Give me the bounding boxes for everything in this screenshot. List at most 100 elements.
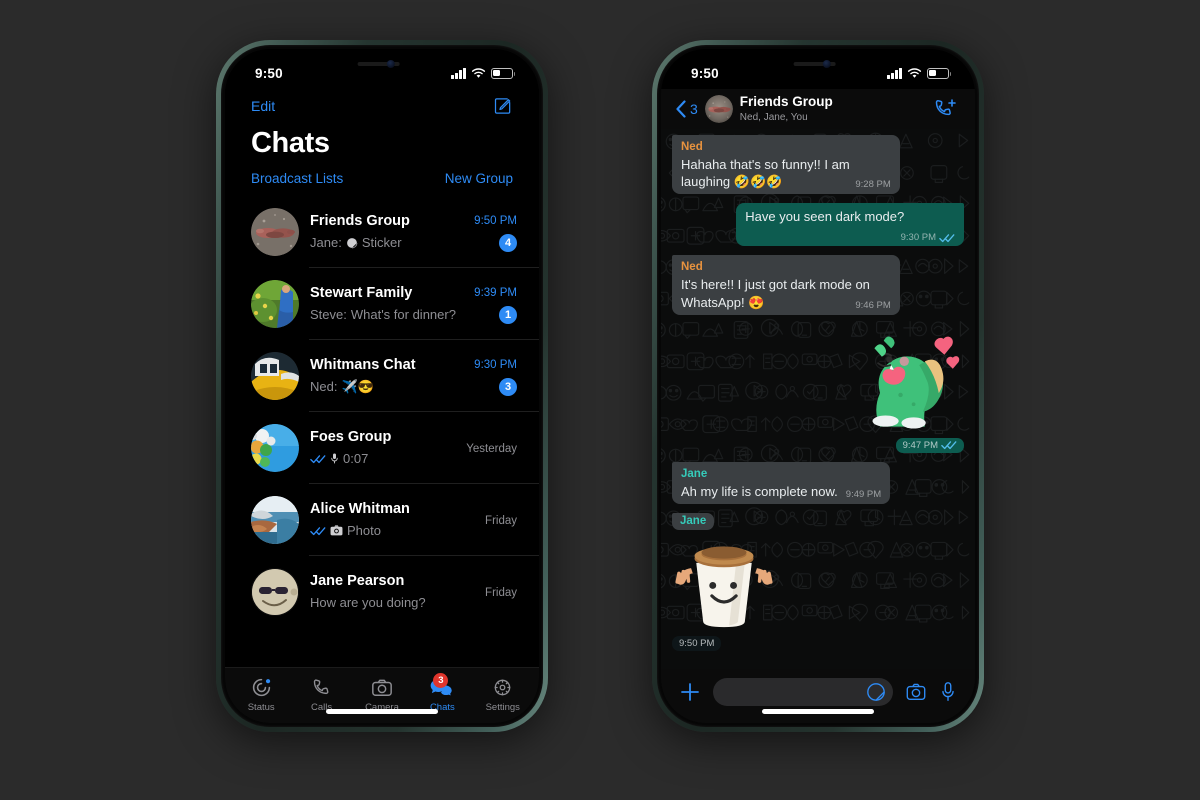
message-composer[interactable] (661, 669, 975, 723)
phone-icon[interactable] (311, 677, 332, 699)
chat-item-meta: Friday (485, 585, 517, 599)
unread-back-count[interactable]: 3 (690, 101, 698, 117)
message-sender: Ned (681, 141, 703, 153)
gear-icon[interactable] (492, 677, 513, 699)
message-meta: 9:30 PM (901, 232, 955, 245)
new-group-button[interactable]: New Group (445, 171, 513, 186)
chat-list-item[interactable]: Alice Whitman Photo Friday (225, 484, 539, 556)
chat-item-time: 9:39 PM (474, 286, 517, 299)
cellular-bars-icon (887, 67, 902, 79)
status-time: 9:50 (691, 65, 719, 81)
tab-bar[interactable]: Status Calls Camera 3 Chats Settings (225, 667, 539, 723)
chat-item-text: Foes Group 0:07 (310, 428, 455, 468)
add-call-icon[interactable] (933, 98, 957, 120)
chats-icon[interactable]: 3 (430, 672, 454, 699)
chat-list[interactable]: Friends Group Jane: Sticker 9:50 PM 4 Ste… (225, 196, 539, 667)
status-icon (252, 678, 270, 697)
camera-icon (330, 525, 343, 536)
chat-item-preview: Ned: ✈️😎 (310, 378, 463, 396)
avatar[interactable] (251, 208, 299, 256)
phone-right-bezel: 9:50 3 Friends Group Ned, Jane, You Ned … (657, 45, 979, 727)
chat-item-meta: Yesterday (466, 441, 517, 455)
chat-item-name: Whitmans Chat (310, 357, 416, 374)
chevron-left-icon[interactable] (675, 100, 687, 118)
front-camera-icon (386, 60, 395, 68)
camera-icon[interactable] (905, 681, 927, 703)
status-bar-right: 9:50 (661, 49, 975, 89)
phone-left-screen: 9:50 Edit Chats Broadcast Lists New Grou… (225, 49, 539, 723)
chat-item-preview: Jane: Sticker (310, 234, 463, 252)
message-meta: 9:46 PM (855, 300, 890, 313)
plus-icon[interactable] (679, 681, 701, 703)
chat-list-item[interactable]: Stewart Family Steve: What's for dinner? … (225, 268, 539, 340)
sticker-meta: 9:50 PM (672, 635, 722, 651)
avatar[interactable] (251, 352, 299, 400)
home-indicator[interactable] (762, 709, 874, 714)
message-input[interactable] (713, 678, 893, 706)
chat-item-time: 9:50 PM (474, 214, 517, 227)
conversation-avatar[interactable] (704, 95, 733, 123)
tab-status[interactable]: Status (232, 677, 290, 713)
chat-preview-sender: Steve: (310, 306, 347, 322)
chat-item-time: 9:30 PM (474, 358, 517, 371)
chat-item-preview: Steve: What's for dinner? (310, 306, 463, 324)
broadcast-lists-button[interactable]: Broadcast Lists (251, 171, 343, 186)
avatar[interactable] (251, 568, 299, 616)
conversation-title: Friends Group (739, 93, 833, 109)
chat-list-item[interactable]: Friends Group Jane: Sticker 9:50 PM 4 (225, 196, 539, 268)
dinosaur-heart-sticker[interactable] (852, 324, 964, 436)
message-bubble-incoming[interactable]: Ned It's here!! I just got dark mode on W… (672, 255, 900, 315)
chat-list-item[interactable]: Foes Group 0:07 Yesterday (225, 412, 539, 484)
message-bubble-incoming[interactable]: Jane Ah my life is complete now. 9:49 PM (672, 461, 891, 504)
front-camera-icon (822, 60, 831, 68)
chat-list-item[interactable]: Whitmans Chat Ned: ✈️😎 9:30 PM 3 (225, 340, 539, 412)
message-meta: 9:49 PM (846, 489, 881, 502)
unread-badge: 4 (499, 233, 517, 252)
conversation-title-block[interactable]: Friends Group Ned, Jane, You (740, 94, 926, 124)
back-button[interactable]: 3 (675, 100, 698, 118)
chat-item-name: Friends Group (310, 213, 410, 230)
chat-item-name: Foes Group (310, 429, 392, 446)
status-time: 9:50 (255, 65, 283, 81)
phone-icon (313, 679, 329, 695)
message-text: Hahaha that's so funny!! I am laughing 🤣… (681, 157, 850, 190)
chat-list-item[interactable]: Jane Pearson How are you doing? Friday (225, 556, 539, 628)
chat-item-name: Alice Whitman (310, 501, 410, 518)
avatar[interactable] (251, 496, 299, 544)
tab-settings[interactable]: Settings (474, 677, 532, 713)
chat-preview-text: How are you doing? (310, 594, 426, 610)
sticker-message[interactable]: Jane 9:50 PM (672, 512, 776, 651)
message-time: 9:49 PM (845, 488, 882, 500)
tab-calls[interactable]: Calls (293, 677, 351, 713)
sticker-message[interactable]: 9:47 PM (852, 324, 964, 453)
home-indicator[interactable] (326, 709, 438, 714)
chats-nav-row: Edit (225, 89, 539, 119)
compose-icon[interactable] (493, 96, 513, 116)
message-meta: 9:28 PM (855, 179, 890, 192)
avatar[interactable] (251, 280, 299, 328)
message-time: 9:50 PM (679, 637, 715, 649)
edit-button[interactable]: Edit (251, 98, 275, 114)
message-time: 9:28 PM (855, 179, 891, 191)
avatar[interactable] (251, 424, 299, 472)
wifi-icon (907, 67, 922, 78)
chat-item-preview: How are you doing? (310, 594, 474, 612)
tab-chats[interactable]: 3 Chats (413, 672, 471, 713)
screenshot-canvas: 9:50 Edit Chats Broadcast Lists New Grou… (0, 0, 1200, 800)
message-bubble-outgoing[interactable]: Have you seen dark mode? 9:30 PM (736, 203, 964, 247)
conversation-body[interactable]: Ned Hahaha that's so funny!! I am laughin… (661, 129, 975, 669)
message-bubble-incoming[interactable]: Ned Hahaha that's so funny!! I am laughin… (672, 135, 900, 195)
status-icon[interactable] (251, 677, 272, 699)
phone-left: 9:50 Edit Chats Broadcast Lists New Grou… (216, 40, 548, 732)
mic-icon[interactable] (939, 681, 957, 703)
chat-preview-text: ✈️😎 (341, 378, 374, 394)
tab-camera[interactable]: Camera (353, 677, 411, 713)
chats-sub-actions: Broadcast Lists New Group (225, 162, 539, 196)
sticker-icon[interactable] (866, 682, 886, 702)
status-indicators (451, 67, 516, 79)
chat-item-preview: Photo (310, 522, 474, 540)
coffee-cup-sticker[interactable] (672, 530, 776, 634)
dinosaur-heart-sticker (872, 336, 960, 429)
message-time: 9:30 PM (900, 231, 936, 243)
camera-icon[interactable] (371, 677, 393, 699)
